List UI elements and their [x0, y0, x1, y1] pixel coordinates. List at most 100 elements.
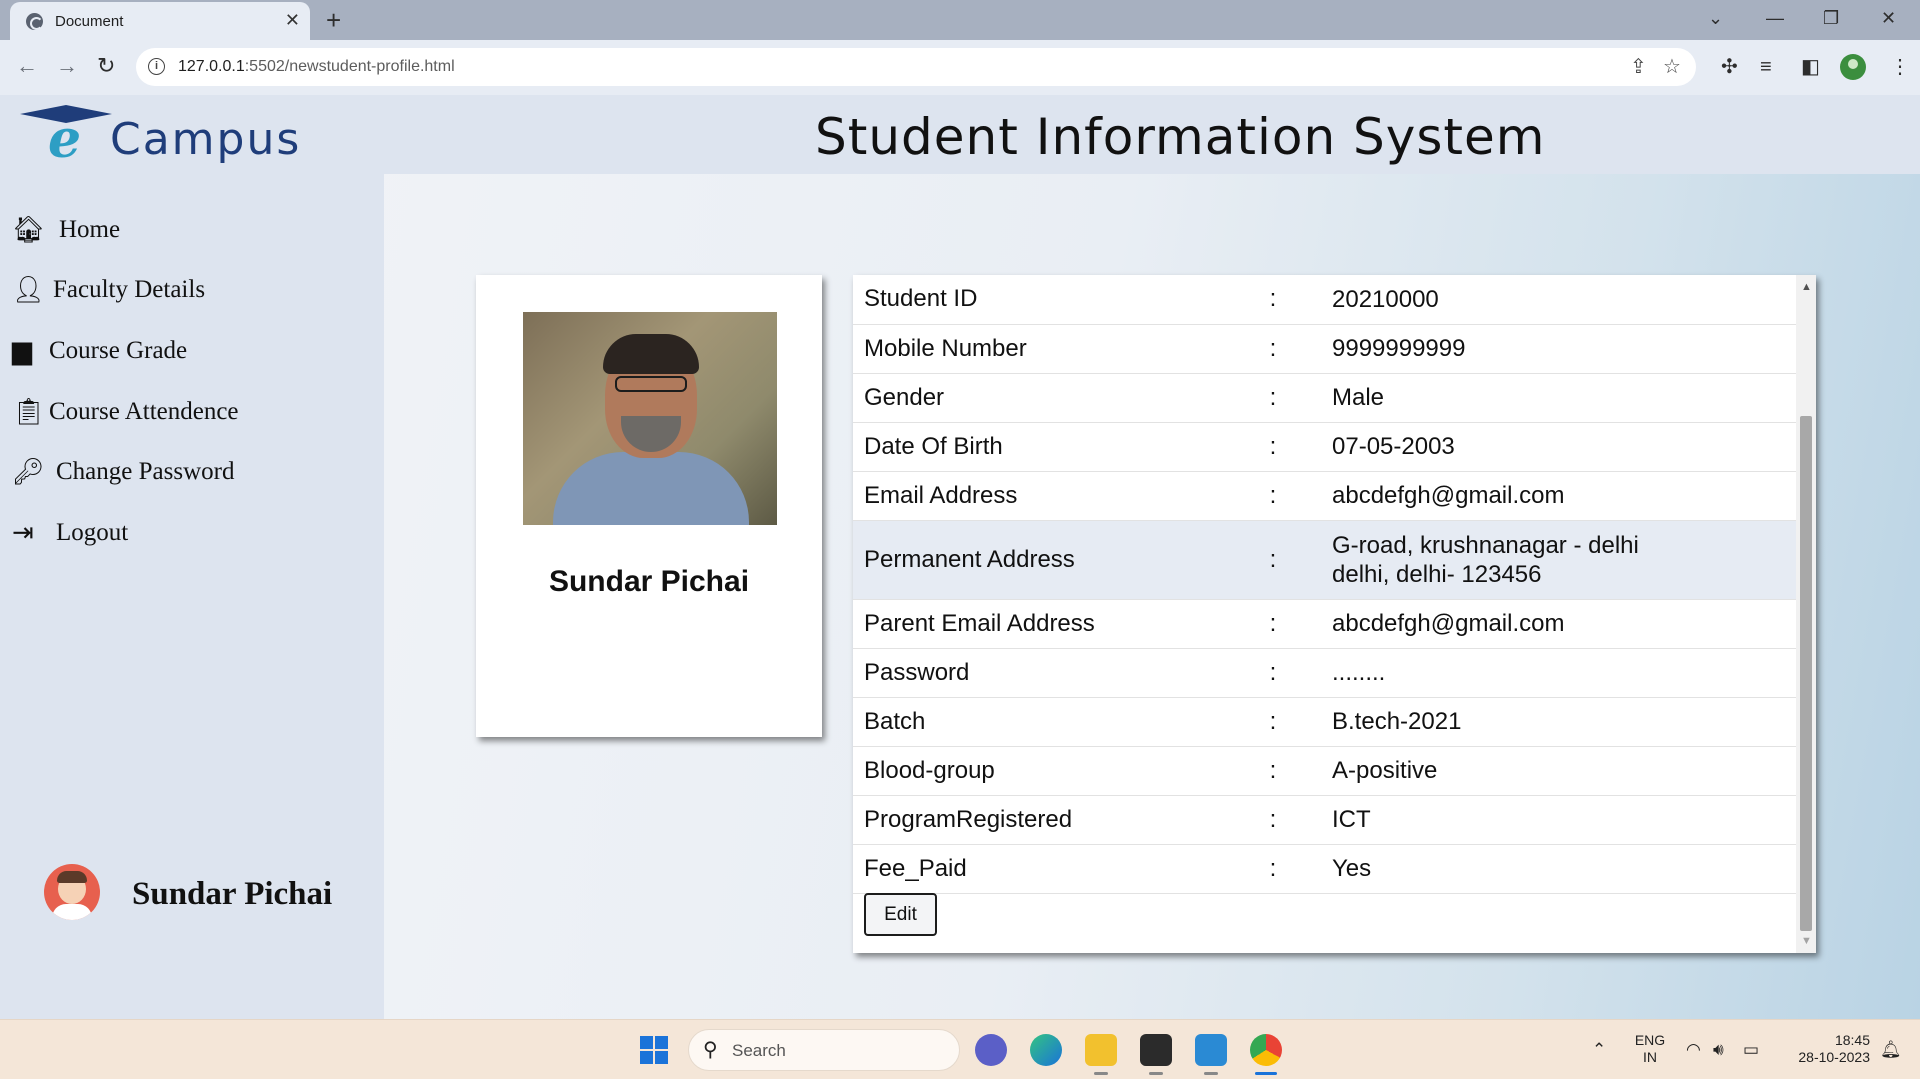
- minimize-button[interactable]: —: [1766, 6, 1784, 30]
- row-separator: :: [1253, 373, 1293, 423]
- student-details-panel: Student ID : 20210000 Mobile Number : 99…: [853, 275, 1816, 953]
- tab-close-button[interactable]: ✕: [285, 10, 300, 30]
- extensions-puzzle-icon[interactable]: ✣: [1721, 54, 1738, 80]
- sidebar-item-course-attendence[interactable]: 📋︎ Course Attendence: [12, 392, 372, 432]
- chrome-browser-icon[interactable]: [1250, 1034, 1282, 1066]
- file-icon: ▆: [12, 335, 32, 365]
- side-panel-icon[interactable]: ◧: [1801, 54, 1820, 80]
- app-active-indicator: [1255, 1072, 1277, 1075]
- key-icon: 🔑︎: [12, 456, 46, 486]
- taskbar-search-box[interactable]: ⚲ Search: [688, 1029, 960, 1071]
- row-value: abcdefgh@gmail.com: [1293, 471, 1796, 521]
- ecampus-logo[interactable]: e Campus: [20, 105, 350, 166]
- notification-bell-icon[interactable]: 🔔︎: [1880, 1040, 1902, 1060]
- tab-search-chevron-icon[interactable]: ⌄: [1708, 6, 1723, 30]
- table-row: Date Of Birth : 07-05-2003: [853, 422, 1796, 472]
- forward-arrow-icon[interactable]: →: [56, 54, 78, 78]
- row-label: Mobile Number: [853, 324, 1253, 374]
- logo-text: Campus: [110, 114, 302, 165]
- table-row: Parent Email Address : abcdefgh@gmail.co…: [853, 599, 1796, 649]
- chevron-up-icon[interactable]: ⌃: [1592, 1040, 1606, 1060]
- tab-title: Document: [55, 13, 124, 30]
- sidebar-item-faculty-details[interactable]: 👤︎ Faculty Details: [12, 270, 372, 310]
- row-label: Gender: [853, 373, 1253, 423]
- browser-tab[interactable]: Document ✕: [10, 2, 310, 40]
- scroll-up-arrow-icon[interactable]: ▲: [1801, 281, 1812, 293]
- site-info-icon[interactable]: i: [148, 58, 165, 75]
- sidebar-item-label: Course Attendence: [49, 398, 239, 425]
- share-icon[interactable]: ⇪: [1630, 55, 1647, 79]
- language-indicator[interactable]: ENG IN: [1632, 1032, 1668, 1066]
- sidebar-item-home[interactable]: 🏠︎ Home: [12, 210, 372, 250]
- avatar: [44, 864, 100, 920]
- sidebar-item-label: Logout: [56, 519, 129, 546]
- table-row: Student ID : 20210000: [853, 275, 1796, 325]
- app-running-indicator: [1094, 1072, 1108, 1075]
- row-value: G-road, krushnanagar - delhi delhi, delhi…: [1293, 520, 1796, 600]
- profile-avatar[interactable]: [1840, 54, 1866, 80]
- details-scrollbar[interactable]: ▲ ▼: [1796, 275, 1816, 953]
- row-label: Parent Email Address: [853, 599, 1253, 649]
- search-placeholder: Search: [732, 1041, 786, 1060]
- wifi-icon[interactable]: ◠: [1686, 1040, 1701, 1060]
- edge-browser-icon[interactable]: [1030, 1034, 1062, 1066]
- table-row: Mobile Number : 9999999999: [853, 324, 1796, 374]
- browser-tabstrip: Document ✕ + ⌄ — ❐ ✕: [0, 0, 1920, 40]
- restore-button[interactable]: ❐: [1823, 6, 1839, 30]
- profile-card: Sundar Pichai: [476, 275, 822, 737]
- new-tab-button[interactable]: +: [326, 6, 341, 34]
- file-explorer-icon[interactable]: [1085, 1034, 1117, 1066]
- back-arrow-icon[interactable]: ←: [16, 54, 38, 78]
- battery-icon[interactable]: ▭: [1743, 1040, 1759, 1060]
- row-value: 07-05-2003: [1293, 422, 1796, 472]
- sidebar-item-label: Change Password: [56, 458, 235, 485]
- home-icon: 🏠︎: [12, 214, 46, 244]
- row-separator: :: [1253, 324, 1293, 374]
- windows-start-icon[interactable]: [640, 1036, 670, 1066]
- sidebar-item-label: Home: [59, 216, 121, 243]
- address-line-1: G-road, krushnanagar - delhi: [1332, 531, 1639, 559]
- row-value: ICT: [1293, 795, 1796, 845]
- table-row: Fee_Paid : Yes: [853, 844, 1796, 894]
- edit-button[interactable]: Edit: [864, 893, 937, 936]
- clock-date: 28-10-2023: [1798, 1049, 1870, 1065]
- volume-icon[interactable]: 🔊︎: [1713, 1040, 1724, 1060]
- student-details-table: Student ID : 20210000 Mobile Number : 99…: [853, 275, 1796, 894]
- teams-chat-icon[interactable]: [975, 1034, 1007, 1066]
- scrollbar-thumb[interactable]: [1800, 416, 1812, 931]
- profile-name: Sundar Pichai: [548, 565, 750, 598]
- clock[interactable]: 18:45 28-10-2023: [1780, 1032, 1870, 1066]
- terminal-icon[interactable]: [1140, 1034, 1172, 1066]
- reload-icon[interactable]: ↻: [97, 54, 115, 78]
- sidebar-item-change-password[interactable]: 🔑︎ Change Password: [12, 452, 372, 492]
- sidebar-item-logout[interactable]: ⇥ Logout: [12, 513, 372, 553]
- row-value: 20210000: [1293, 275, 1796, 325]
- row-label: Email Address: [853, 471, 1253, 521]
- page-header: e Campus Student Information System: [0, 95, 1920, 174]
- row-separator: :: [1253, 746, 1293, 796]
- url-text[interactable]: 127.0.0.1:5502/newstudent-profile.html: [178, 58, 455, 76]
- address-bar[interactable]: i 127.0.0.1:5502/newstudent-profile.html…: [136, 48, 1696, 86]
- browser-menu-icon[interactable]: ⋮: [1890, 54, 1910, 80]
- window-close-button[interactable]: ✕: [1881, 6, 1896, 30]
- sidebar-item-course-grade[interactable]: ▆ Course Grade: [12, 331, 372, 371]
- browser-toolbar: ← → ↻ i 127.0.0.1:5502/newstudent-profil…: [0, 40, 1920, 95]
- app-running-indicator: [1204, 1072, 1218, 1075]
- reading-list-icon[interactable]: ≡: [1760, 54, 1772, 80]
- sidebar-item-label: Faculty Details: [53, 276, 206, 303]
- page-title: Student Information System: [815, 108, 1546, 166]
- current-user[interactable]: Sundar Pichai: [44, 864, 364, 924]
- bookmark-star-icon[interactable]: ☆: [1663, 55, 1681, 79]
- windows-taskbar: ⚲ Search ⌃ ENG IN ◠ 🔊︎ ▭ 18:45 28-10-202…: [0, 1019, 1920, 1079]
- row-separator: :: [1253, 599, 1293, 649]
- table-row: ProgramRegistered : ICT: [853, 795, 1796, 845]
- profile-photo: [523, 312, 777, 525]
- row-separator: :: [1253, 844, 1293, 894]
- scroll-down-arrow-icon[interactable]: ▼: [1801, 935, 1812, 947]
- row-label: Blood-group: [853, 746, 1253, 796]
- app-running-indicator: [1149, 1072, 1163, 1075]
- page: e Campus Student Information System 🏠︎ H…: [0, 95, 1920, 1019]
- table-row: Password : ........: [853, 648, 1796, 698]
- vscode-icon[interactable]: [1195, 1034, 1227, 1066]
- address-line-2: delhi, delhi- 123456: [1332, 560, 1542, 588]
